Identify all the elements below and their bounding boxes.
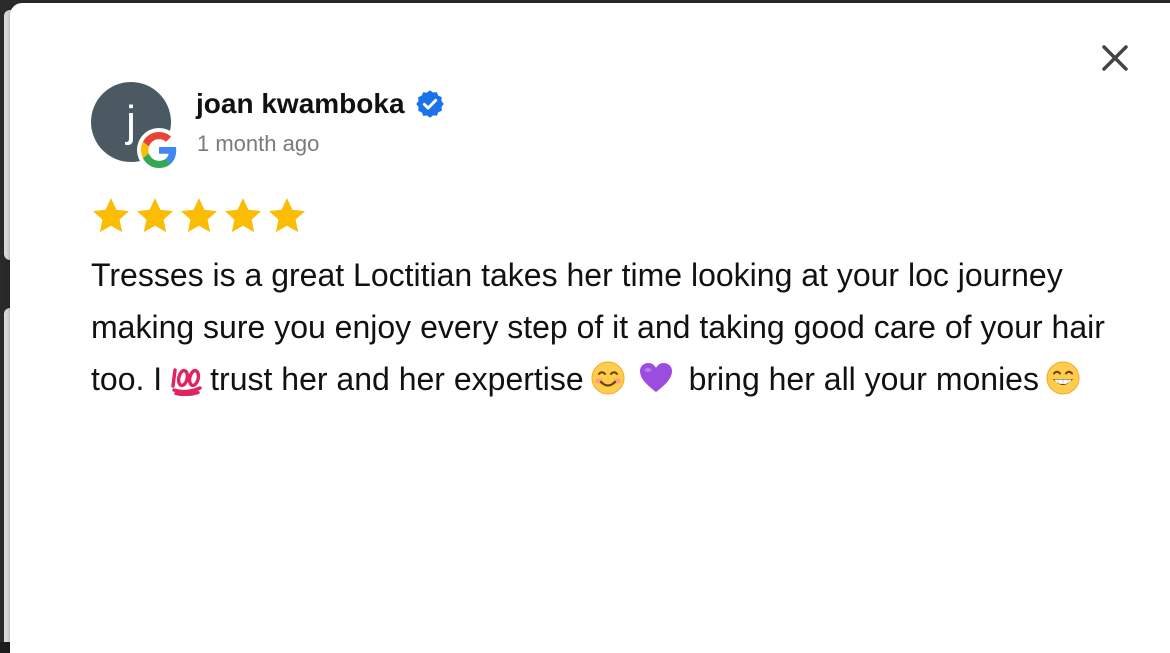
star-icon — [136, 198, 174, 233]
star-icon — [268, 198, 306, 233]
reviewer-avatar-group[interactable]: j — [91, 82, 181, 172]
purple-heart-emoji — [639, 363, 672, 392]
close-icon[interactable] — [1098, 41, 1132, 75]
smiling-face-emoji — [591, 361, 625, 395]
grinning-face-emoji — [1046, 361, 1080, 395]
star-icon — [92, 198, 130, 233]
review-modal: j joan kwamboka 1 month ago Tresses is a… — [10, 3, 1170, 653]
review-text-segment: trust her and her expertise — [210, 361, 584, 397]
reviewer-name[interactable]: joan kwamboka — [196, 88, 405, 120]
star-icon — [224, 198, 262, 233]
review-text: Tresses is a great Loctitian takes her t… — [91, 249, 1111, 405]
review-timestamp: 1 month ago — [197, 131, 320, 156]
verified-badge-icon — [415, 90, 444, 118]
star-rating — [90, 195, 308, 237]
reviewer-header: joan kwamboka — [196, 86, 445, 122]
google-icon — [141, 132, 177, 168]
google-badge — [137, 128, 181, 172]
close-button[interactable] — [1098, 41, 1132, 75]
hundred-points-emoji — [171, 368, 202, 396]
star-icon — [180, 198, 218, 233]
review-text-segment: bring her all your monies — [688, 361, 1039, 397]
